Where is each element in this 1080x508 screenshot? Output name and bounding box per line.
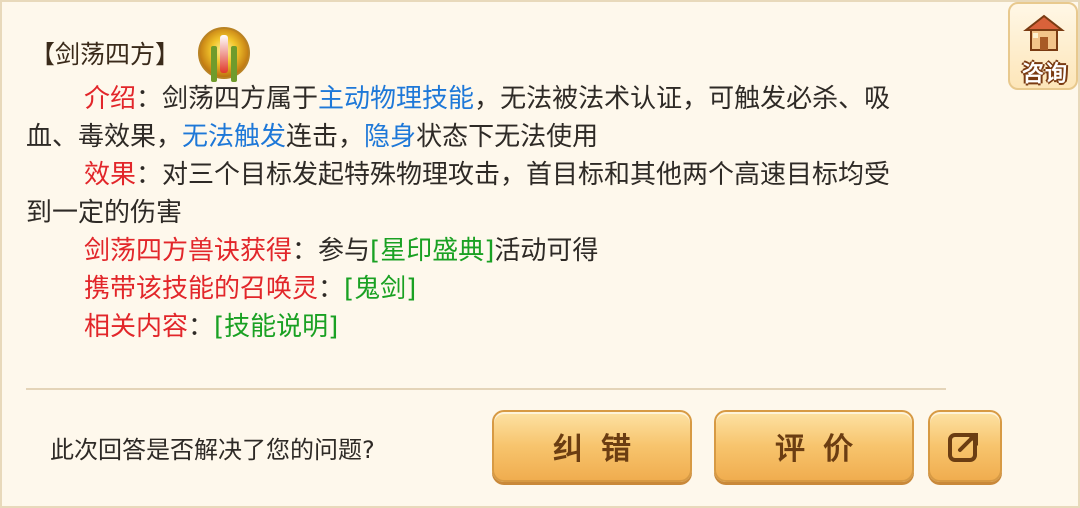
intro-line-1: 介绍：剑荡四方属于主动物理技能，无法被法术认证，可触发必杀、吸 — [26, 80, 1026, 118]
intro-text-2: ，无法被法术认证，可触发必杀、吸 — [474, 84, 891, 114]
intro-text-5: 状态下无法使用 — [416, 122, 599, 152]
related-label: 相关内容 — [84, 312, 189, 342]
consult-button[interactable]: 咨询 — [1008, 2, 1078, 90]
related-colon: ： — [188, 312, 215, 342]
obtain-event-link[interactable]: [星印盛典] — [370, 236, 494, 266]
title-row: 【剑荡四方】 — [30, 27, 251, 79]
related-line: 相关内容：[技能说明] — [26, 308, 1026, 346]
related-skill-guide-link[interactable]: [技能说明] — [214, 312, 338, 342]
effect-colon: ： — [136, 160, 163, 190]
rate-button[interactable]: 评价 — [714, 410, 914, 482]
share-button[interactable] — [928, 410, 1002, 482]
house-icon — [1023, 14, 1065, 51]
intro-text-1: 剑荡四方属于 — [162, 84, 319, 114]
answer-panel: 【剑荡四方】 介绍：剑荡四方属于主动物理技能，无法被法术认证，可触发必杀、吸 血… — [0, 0, 1080, 508]
obtain-line: 剑荡四方兽诀获得：参与[星印盛典]活动可得 — [26, 232, 1026, 270]
carrier-pet-link[interactable]: [鬼剑] — [344, 274, 416, 304]
consult-label: 咨询 — [1021, 62, 1068, 87]
intro-text-4: 连击， — [286, 122, 365, 152]
carrier-label: 携带该技能的召唤灵 — [84, 274, 319, 304]
effect-line-1: 效果：对三个目标发起特殊物理攻击，首目标和其他两个高速目标均受 — [26, 156, 1026, 194]
carrier-colon: ： — [318, 274, 345, 304]
intro-text-3: 血、毒效果， — [26, 122, 183, 152]
intro-highlight-no-combo: 无法触发 — [182, 122, 287, 152]
skill-title: 【剑荡四方】 — [30, 40, 181, 69]
effect-text-1: 对三个目标发起特殊物理攻击，首目标和其他两个高速目标均受 — [162, 160, 891, 190]
intro-colon: ： — [136, 84, 163, 114]
feedback-question: 此次回答是否解决了您的问题? — [50, 436, 375, 464]
correct-error-button[interactable]: 纠错 — [492, 410, 692, 482]
obtain-colon: ： — [292, 236, 319, 266]
intro-highlight-stealth: 隐身 — [364, 122, 417, 152]
intro-line-2: 血、毒效果，无法触发连击，隐身状态下无法使用 — [26, 118, 1026, 156]
carrier-line: 携带该技能的召唤灵：[鬼剑] — [26, 270, 1026, 308]
obtain-label: 剑荡四方兽诀获得 — [84, 236, 293, 266]
share-icon — [948, 433, 978, 462]
effect-label: 效果 — [84, 160, 137, 190]
skill-description: 介绍：剑荡四方属于主动物理技能，无法被法术认证，可触发必杀、吸 血、毒效果，无法… — [26, 80, 1026, 346]
obtain-text-2: 活动可得 — [494, 236, 599, 266]
obtain-text-1: 参与 — [318, 236, 371, 266]
intro-label: 介绍 — [84, 84, 137, 114]
skill-sword-icon — [198, 27, 251, 79]
divider — [26, 388, 946, 390]
intro-highlight-active-physical: 主动物理技能 — [318, 84, 475, 114]
effect-line-2: 到一定的伤害 — [26, 194, 1026, 232]
effect-text-2: 到一定的伤害 — [26, 198, 183, 228]
